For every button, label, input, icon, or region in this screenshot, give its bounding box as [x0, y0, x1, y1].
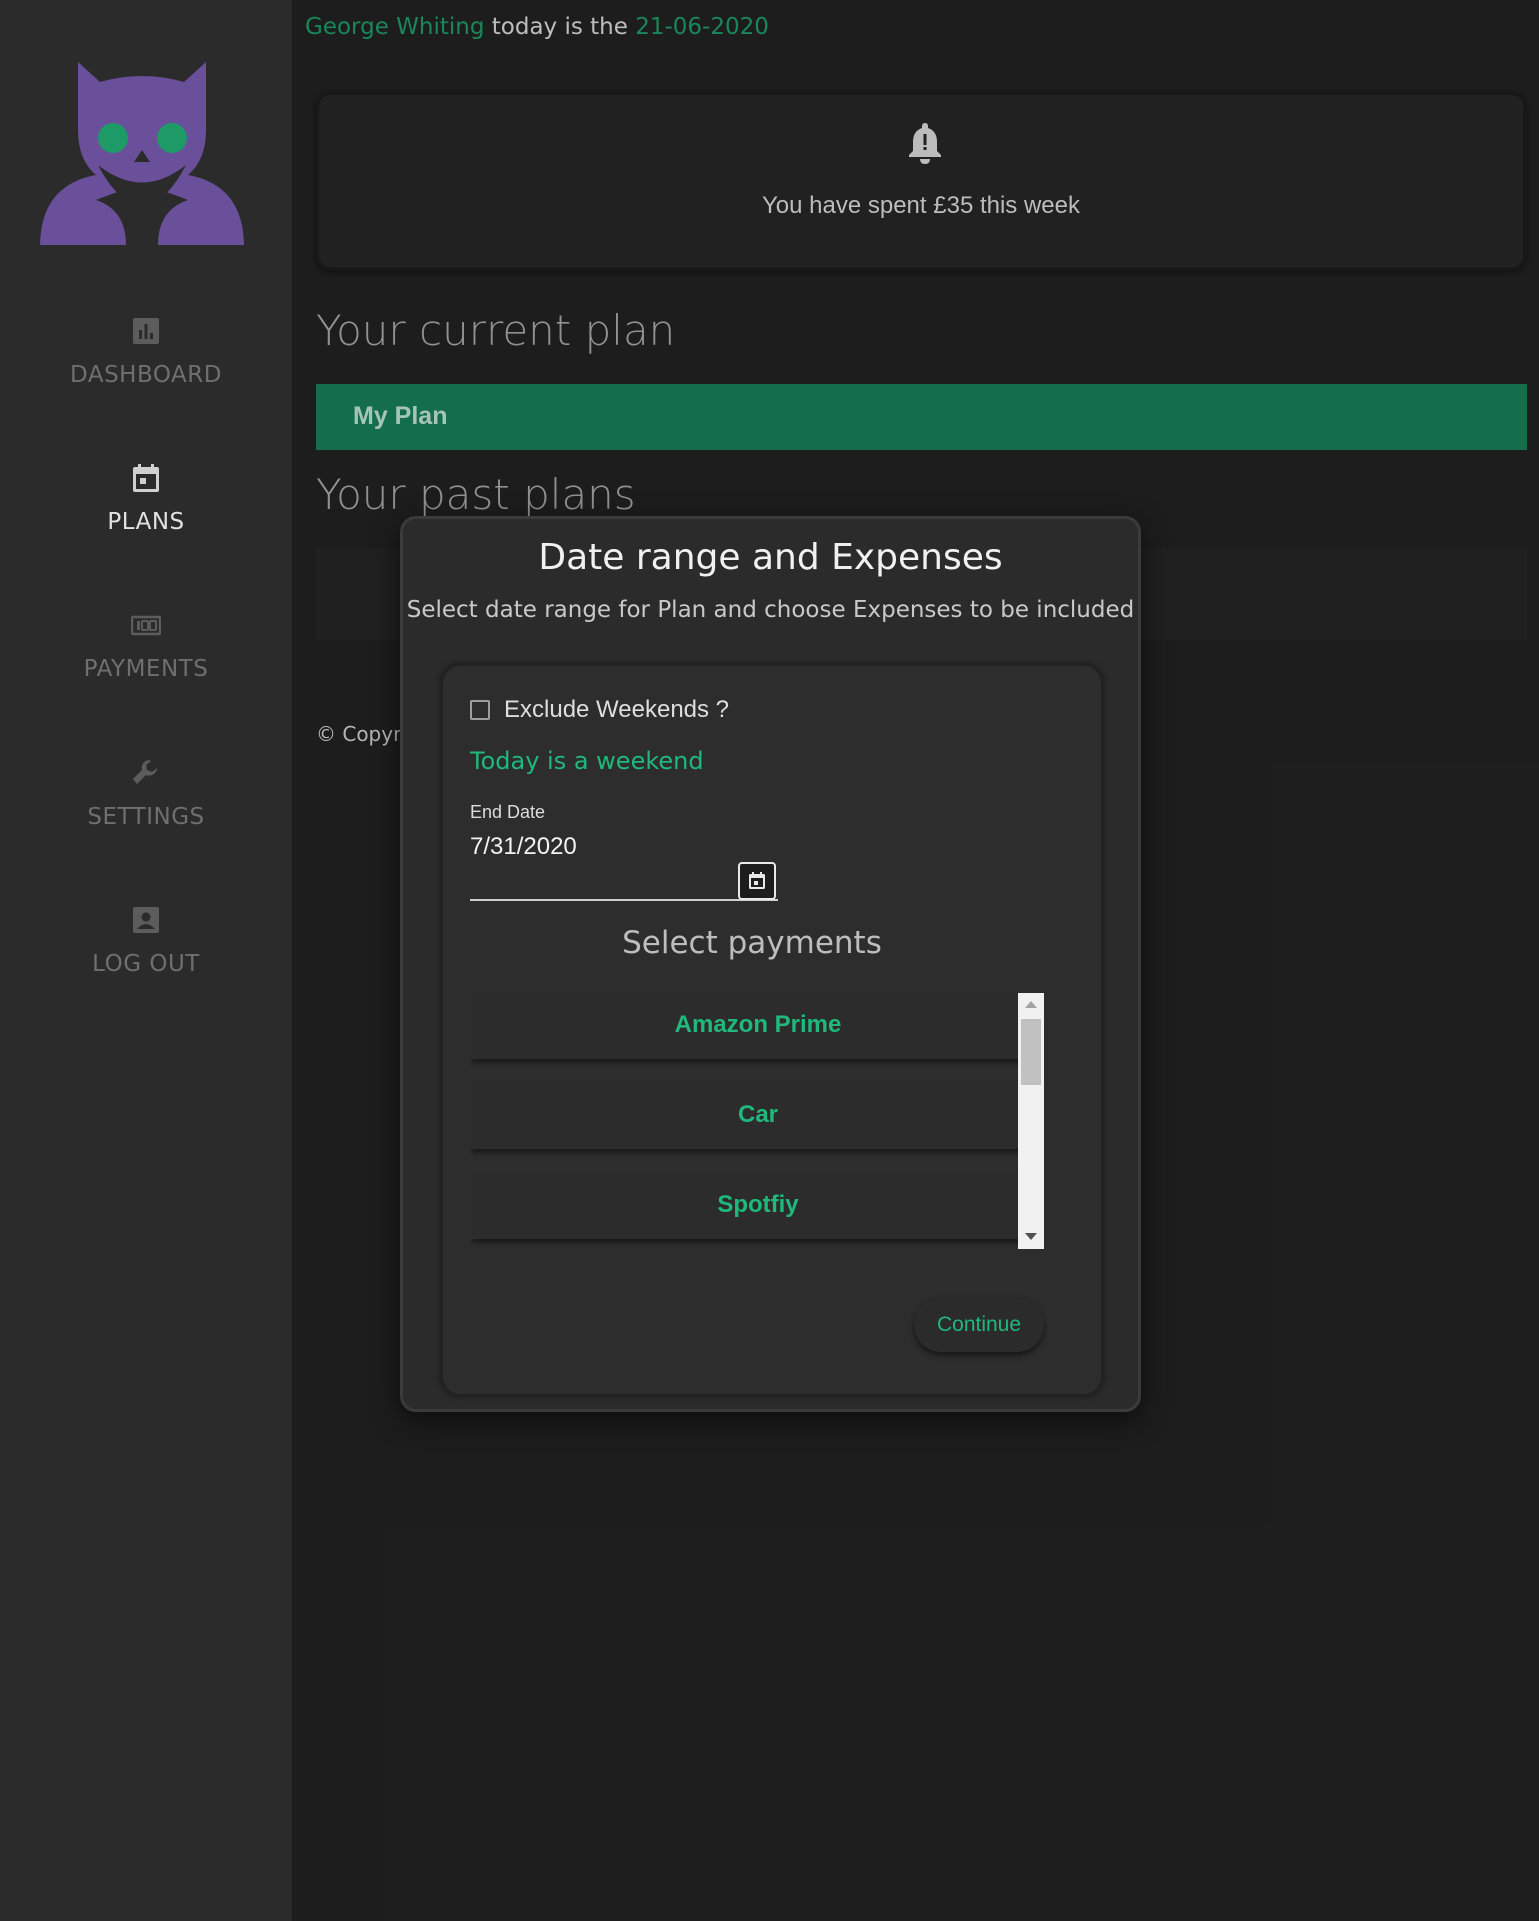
scroll-down-arrow-icon[interactable]	[1025, 1233, 1037, 1240]
owl-logo	[40, 62, 244, 245]
payment-label: Amazon Prime	[674, 1011, 842, 1038]
payments-icon	[131, 615, 161, 636]
sidebar-item-label: DASHBOARD	[70, 362, 222, 388]
date-range-dialog: Date range and Expenses Select date rang…	[400, 516, 1141, 1412]
wrench-icon	[133, 760, 157, 784]
end-date-underline	[470, 899, 778, 901]
select-payments-heading: Select payments	[622, 925, 882, 961]
date-picker-button[interactable]	[738, 862, 776, 900]
sidebar-item-label: PLANS	[107, 509, 185, 535]
calendar-icon	[749, 872, 765, 889]
weekend-notice: Today is a weekend	[470, 747, 704, 775]
sidebar-item-dashboard[interactable]: DASHBOARD	[0, 316, 292, 388]
dialog-title: Date range and Expenses	[538, 537, 1003, 578]
payments-scrollbar[interactable]	[1018, 993, 1044, 1249]
account-box-icon	[133, 907, 159, 933]
continue-button[interactable]: Continue	[914, 1298, 1044, 1352]
scroll-up-arrow-icon[interactable]	[1025, 1001, 1037, 1008]
payment-item[interactable]: Amazon Prime	[470, 993, 1038, 1059]
payment-label: Spotfiy	[717, 1191, 799, 1218]
dialog-subtitle: Select date range for Plan and choose Ex…	[406, 597, 1135, 623]
sidebar-item-label: SETTINGS	[87, 804, 205, 830]
sidebar-item-label: PAYMENTS	[83, 656, 209, 682]
sidebar-item-plans[interactable]: PLANS	[0, 463, 292, 535]
sidebar-item-settings[interactable]: SETTINGS	[0, 758, 292, 830]
payments-list[interactable]: Amazon Prime Car Spotfiy	[470, 993, 1038, 1249]
calendar-icon	[133, 464, 159, 492]
exclude-weekends-row[interactable]: Exclude Weekends ?	[470, 695, 729, 725]
sidebar: DASHBOARD PLANS PAYMENTS SETTINGS LOG OU…	[0, 0, 293, 1921]
bar-chart-icon	[133, 318, 159, 344]
exclude-weekends-checkbox[interactable]	[470, 700, 490, 720]
payment-item[interactable]: Car	[470, 1083, 1038, 1149]
sidebar-item-logout[interactable]: LOG OUT	[0, 905, 292, 977]
sidebar-item-label: LOG OUT	[92, 951, 200, 977]
payment-item[interactable]: Spotfiy	[470, 1173, 1038, 1239]
scrollbar-thumb[interactable]	[1021, 1019, 1041, 1085]
sidebar-item-payments[interactable]: PAYMENTS	[0, 610, 292, 682]
dialog-form-card: Exclude Weekends ? Today is a weekend En…	[440, 663, 1104, 1397]
end-date-input[interactable]: 7/31/2020	[470, 833, 577, 861]
payment-label: Car	[737, 1101, 779, 1128]
exclude-weekends-label: Exclude Weekends ?	[504, 696, 730, 723]
end-date-label: End Date	[470, 802, 546, 822]
